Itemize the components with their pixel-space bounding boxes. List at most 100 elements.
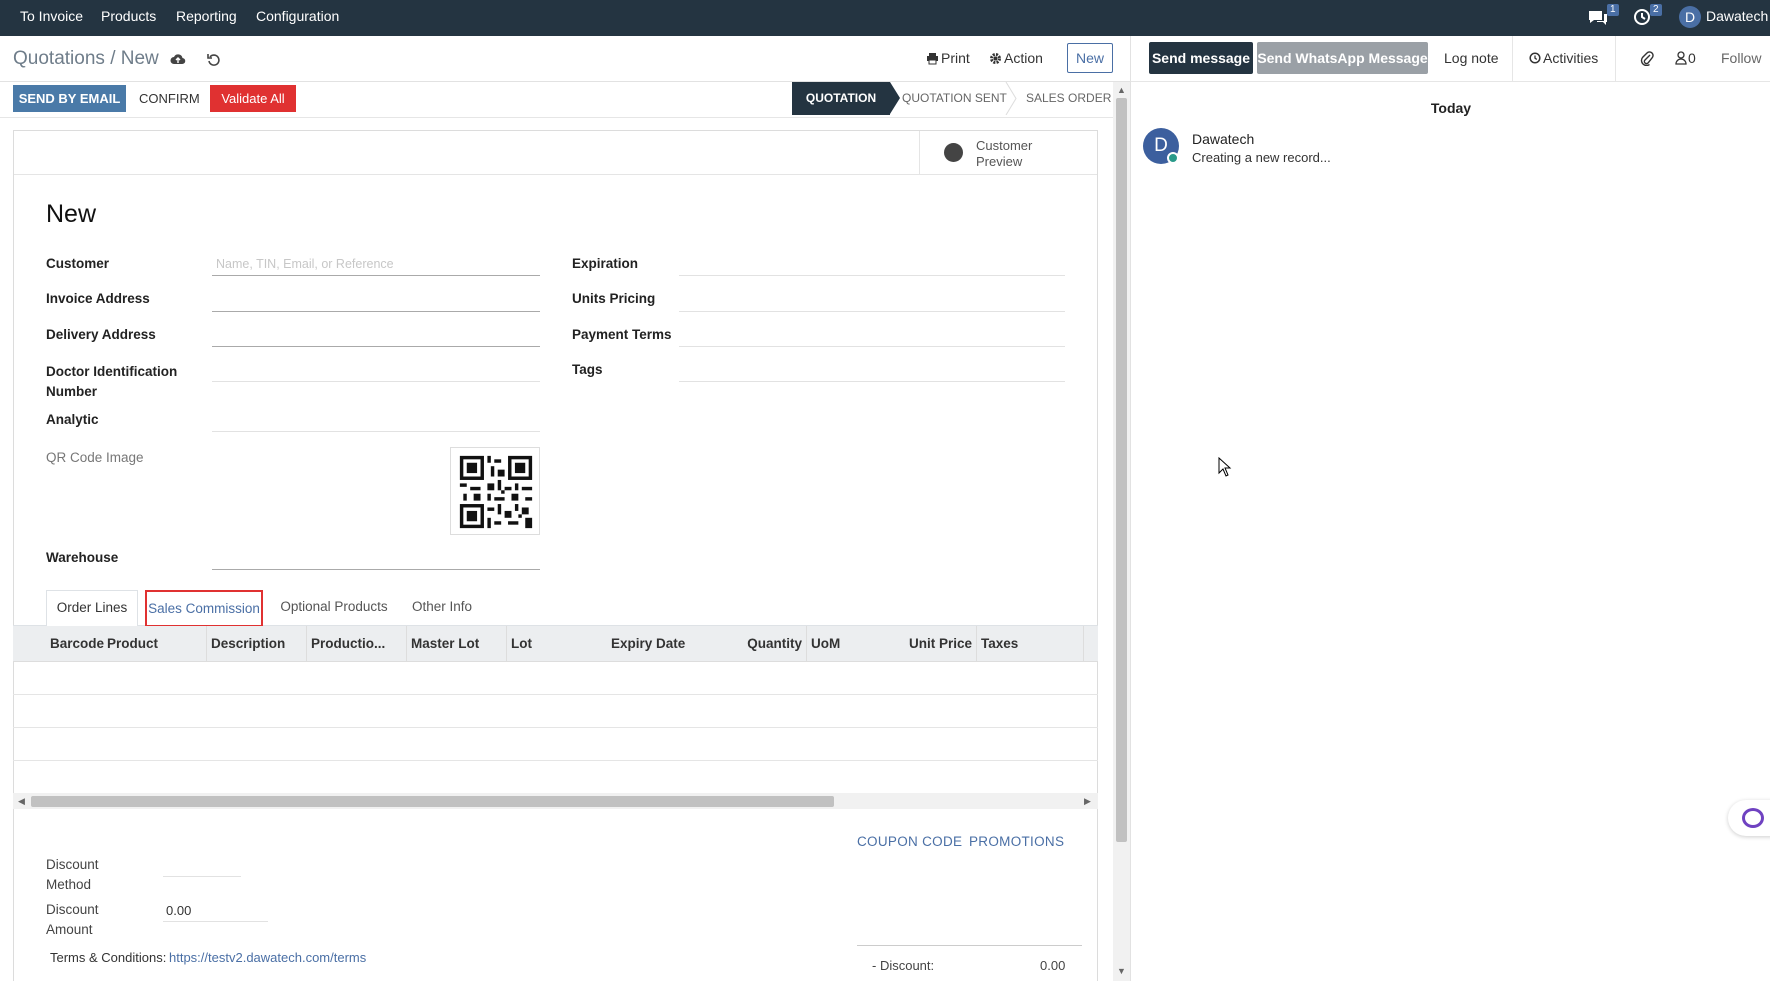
discount-summary-label: - Discount: — [872, 958, 935, 973]
customer-preview-line2: Preview — [976, 154, 1023, 169]
tab-order-lines[interactable]: Order Lines — [46, 590, 138, 627]
send-whatsapp-button[interactable]: Send WhatsApp Message — [1257, 42, 1428, 74]
scroll-down-arrow-icon[interactable]: ▼ — [1117, 966, 1126, 976]
payment-terms-label: Payment Terms — [572, 327, 672, 342]
followers-user-icon[interactable] — [1675, 51, 1687, 65]
table-horizontal-scrollbar[interactable]: ◀ ▶ — [13, 793, 1098, 809]
follow-button[interactable]: Follow — [1721, 50, 1761, 66]
messages-count-badge: 1 — [1607, 4, 1619, 16]
column-handle — [13, 626, 44, 662]
customer-placeholder: Name, TIN, Email, or Reference — [216, 257, 394, 271]
qr-code-graphic — [459, 455, 533, 529]
units-pricing-field[interactable] — [679, 290, 1065, 312]
validate-all-button[interactable]: Validate All — [210, 85, 296, 112]
column-expiry-date[interactable]: Expiry Date — [607, 626, 707, 662]
column-description[interactable]: Description — [207, 626, 307, 662]
column-uom[interactable]: UoM — [807, 626, 907, 662]
save-cloud-icon[interactable] — [170, 52, 186, 66]
customer-field[interactable]: Name, TIN, Email, or Reference — [212, 254, 540, 276]
form-vertical-scroll-thumb[interactable] — [1116, 98, 1127, 842]
customer-label: Customer — [46, 256, 110, 271]
followers-count[interactable]: 0 — [1688, 50, 1696, 66]
log-note-button[interactable]: Log note — [1444, 50, 1499, 66]
chatter-divider — [1615, 36, 1616, 82]
customer-preview-button[interactable]: Customer Preview — [919, 131, 1097, 175]
column-barcode[interactable]: Barcode — [50, 626, 106, 662]
terms-conditions-link[interactable]: https://testv2.dawatech.com/terms — [169, 948, 366, 968]
analytic-field[interactable] — [212, 410, 540, 432]
tags-field[interactable] — [679, 360, 1065, 382]
scroll-right-arrow-icon[interactable]: ▶ — [1084, 796, 1091, 807]
gear-icon — [989, 52, 1002, 65]
activities-button[interactable]: Activities — [1543, 50, 1598, 66]
qr-code-image — [450, 447, 540, 535]
send-message-button[interactable]: Send message — [1149, 42, 1253, 74]
confirm-button[interactable]: CONFIRM — [139, 85, 200, 112]
delivery-address-label: Delivery Address — [46, 327, 156, 342]
promotions-button[interactable]: PROMOTIONS — [969, 834, 1064, 849]
messages-icon[interactable] — [1587, 9, 1609, 27]
message-author[interactable]: Dawatech — [1192, 131, 1254, 147]
print-button[interactable]: Print — [941, 50, 970, 66]
menu-to-invoice[interactable]: To Invoice — [20, 0, 83, 36]
coupon-code-button[interactable]: COUPON CODE — [857, 834, 962, 849]
breadcrumb-current: New — [120, 48, 159, 69]
discard-undo-icon[interactable] — [207, 52, 221, 66]
analytic-label: Analytic — [46, 412, 99, 427]
invoice-address-field[interactable] — [212, 290, 540, 312]
notebook-tabs: Order Lines Sales Commission Optional Pr… — [13, 588, 1098, 627]
paperclip-icon[interactable] — [1640, 50, 1654, 67]
tab-other-info[interactable]: Other Info — [403, 590, 481, 627]
tab-optional-products[interactable]: Optional Products — [273, 590, 395, 627]
assistant-bot-button[interactable] — [1728, 800, 1770, 836]
table-row[interactable] — [13, 761, 1098, 794]
table-row[interactable] — [13, 662, 1098, 695]
order-lines-header: Barcode Product Description Productio...… — [13, 626, 1098, 662]
expiration-field[interactable] — [679, 254, 1065, 276]
column-taxes[interactable]: Taxes — [977, 626, 1084, 662]
discount-summary-value: 0.00 — [1040, 958, 1066, 973]
message-body: Creating a new record... — [1192, 150, 1331, 165]
table-row[interactable] — [13, 728, 1098, 761]
menu-products[interactable]: Products — [101, 0, 156, 36]
activities-clock-icon — [1529, 52, 1541, 64]
column-quantity[interactable]: Quantity — [707, 626, 807, 662]
top-navbar: To Invoice Products Reporting Configurat… — [0, 0, 1770, 36]
column-production[interactable]: Productio... — [307, 626, 407, 662]
send-by-email-button[interactable]: SEND BY EMAIL — [13, 85, 126, 112]
stage-quotation[interactable]: QUOTATION — [792, 82, 900, 115]
discount-amount-field[interactable]: 0.00 — [163, 900, 268, 922]
tab-sales-commission[interactable]: Sales Commission — [145, 590, 263, 627]
chatter-panel: Send message Send WhatsApp Message Log n… — [1130, 36, 1770, 981]
terms-conditions-label: Terms & Conditions: — [50, 950, 167, 965]
menu-reporting[interactable]: Reporting — [176, 0, 237, 36]
column-product[interactable]: Product — [107, 626, 207, 662]
column-master-lot[interactable]: Master Lot — [407, 626, 507, 662]
menu-configuration[interactable]: Configuration — [256, 0, 339, 36]
activities-count-badge: 2 — [1650, 4, 1662, 16]
column-lot[interactable]: Lot — [507, 626, 607, 662]
scroll-up-arrow-icon[interactable]: ▲ — [1117, 85, 1126, 95]
discount-amount-value: 0.00 — [166, 903, 192, 918]
table-horizontal-scroll-thumb[interactable] — [31, 796, 834, 807]
discount-method-label: Discount Method — [46, 857, 99, 892]
breadcrumb-separator: / — [110, 48, 116, 69]
breadcrumb-quotations[interactable]: Quotations — [13, 48, 105, 69]
discount-method-field[interactable] — [163, 855, 241, 877]
delivery-address-field[interactable] — [212, 325, 540, 347]
stage-quotation-sent[interactable]: QUOTATION SENT — [902, 82, 1007, 115]
column-unit-price[interactable]: Unit Price — [907, 626, 977, 662]
new-record-button[interactable]: New — [1067, 43, 1113, 73]
table-row[interactable] — [13, 695, 1098, 728]
user-avatar[interactable]: D — [1679, 6, 1701, 28]
expiration-label: Expiration — [572, 256, 639, 271]
stage-sales-order[interactable]: SALES ORDER — [1026, 82, 1111, 115]
payment-terms-field[interactable] — [679, 325, 1065, 347]
warehouse-field[interactable] — [212, 548, 540, 570]
doctor-id-field[interactable] — [212, 360, 540, 382]
form-vertical-scrollbar[interactable]: ▲ ▼ — [1113, 82, 1130, 981]
scroll-left-arrow-icon[interactable]: ◀ — [18, 796, 25, 807]
action-button[interactable]: Action — [1004, 50, 1043, 66]
activities-clock-icon[interactable] — [1633, 8, 1651, 26]
user-menu[interactable]: Dawatech — [1706, 0, 1768, 36]
